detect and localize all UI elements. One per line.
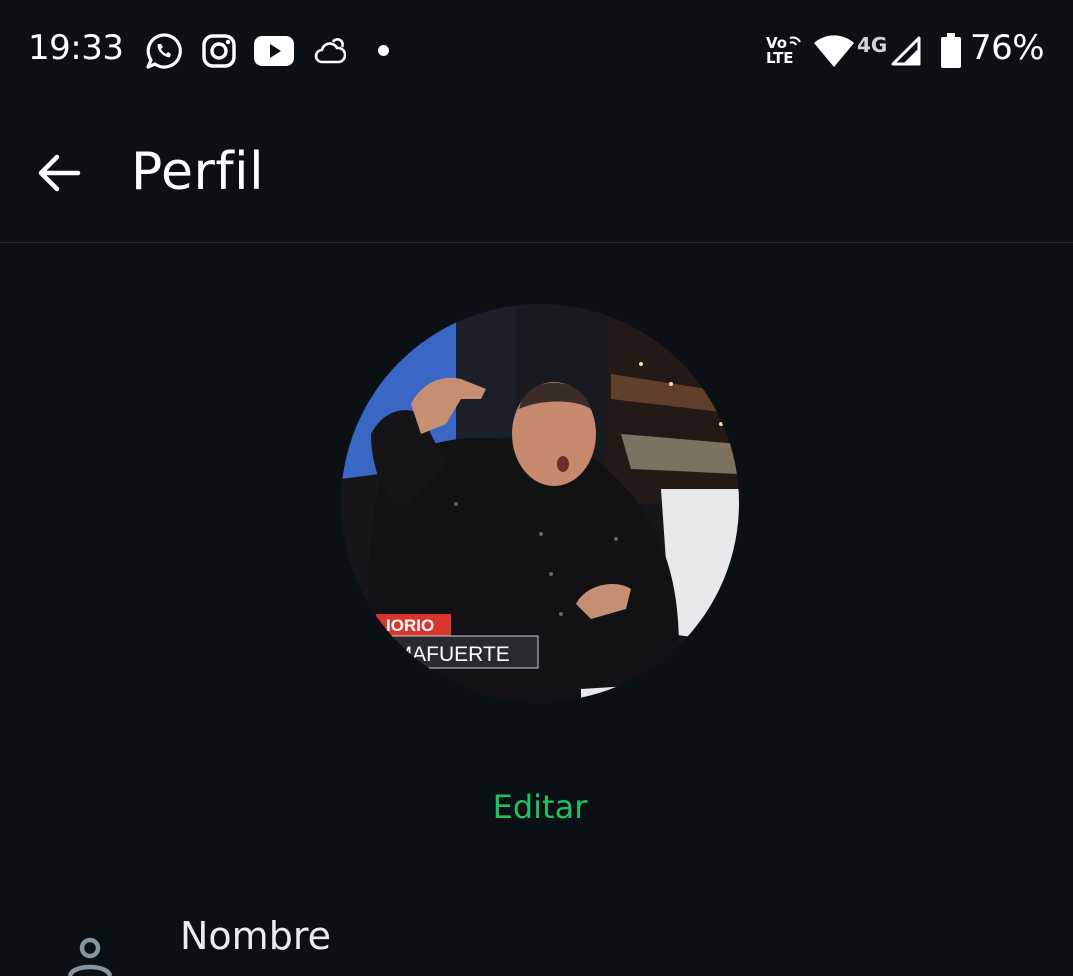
battery-percent: 76% [970, 28, 1045, 68]
volte-line2: LTE [766, 49, 794, 67]
back-button[interactable] [30, 148, 90, 198]
network-type-label: 4G [857, 33, 888, 57]
youtube-icon [254, 36, 294, 66]
arrow-back-icon [38, 154, 81, 192]
wifi-icon [814, 35, 854, 67]
instagram-icon [202, 34, 236, 68]
page-title: Perfil [131, 142, 265, 202]
profile-photo-image: IORIO LMAFUERTE [341, 304, 739, 702]
name-field-label: Nombre [180, 914, 331, 958]
status-time: 19:33 [28, 28, 124, 68]
edit-photo-button[interactable]: Editar [440, 788, 640, 826]
more-notifications-dot [378, 45, 389, 56]
volte-waves-icon [789, 36, 801, 46]
whatsapp-icon [146, 33, 182, 69]
signal-icon [891, 36, 921, 66]
top-app-bar: Perfil [0, 104, 1073, 243]
photo-overlay-bottom: LMAFUERTE [383, 643, 510, 666]
person-icon [67, 937, 113, 976]
weather-cloud-icon [314, 38, 346, 64]
battery-icon [941, 33, 961, 68]
status-bar: 19:33 Vo LTE 4G 76% [0, 0, 1073, 104]
photo-overlay-top: IORIO [386, 616, 434, 635]
profile-photo[interactable]: IORIO LMAFUERTE [341, 304, 739, 702]
name-field-row[interactable]: Nombre [0, 900, 1073, 976]
